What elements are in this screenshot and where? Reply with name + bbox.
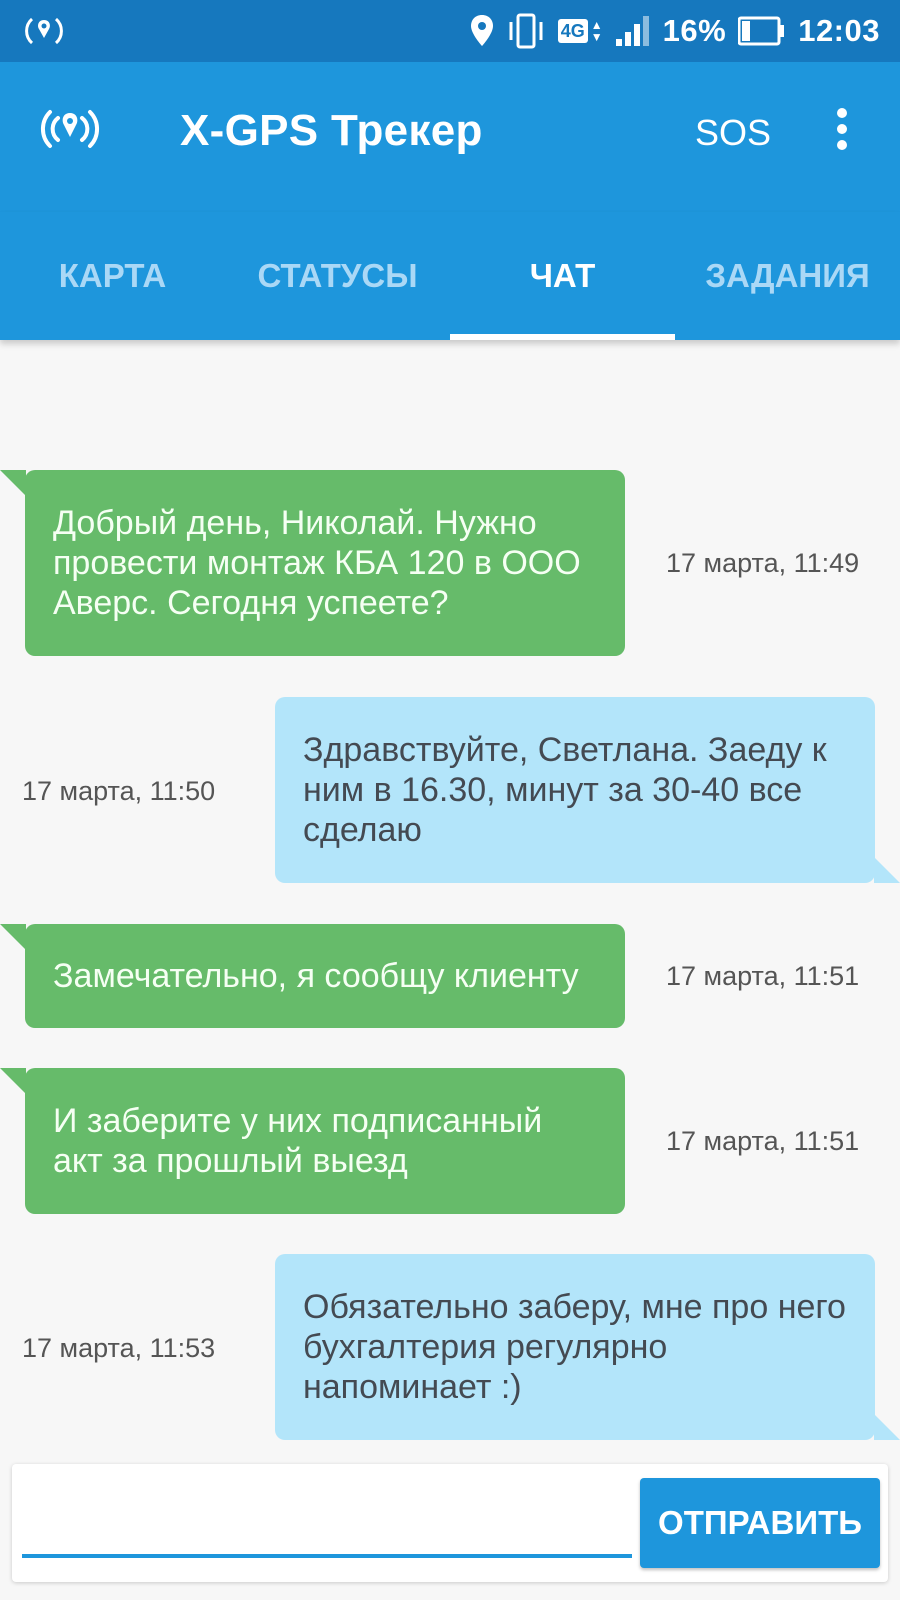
tab-statuses[interactable]: СТАТУСЫ <box>225 212 450 340</box>
message-text: Здравствуйте, Светлана. Заеду к ним в 16… <box>303 731 827 849</box>
send-button[interactable]: ОТПРАВИТЬ <box>640 1478 880 1568</box>
gps-tracker-logo-icon <box>40 110 100 148</box>
network-indicator: 4G ▲ ▼ <box>557 18 603 44</box>
message-bubble: Здравствуйте, Светлана. Заеду к ним в 16… <box>275 697 875 883</box>
data-activity-icon: ▲ ▼ <box>590 18 603 44</box>
bubble-tail <box>874 1414 900 1440</box>
message-composer: ОТПРАВИТЬ <box>12 1464 888 1582</box>
tab-chat[interactable]: ЧАТ <box>450 212 675 340</box>
active-tab-indicator <box>450 334 675 340</box>
tab-label: СТАТУСЫ <box>257 257 418 294</box>
vibrate-icon <box>509 13 543 49</box>
network-type-badge: 4G <box>557 19 588 43</box>
battery-icon <box>738 16 785 46</box>
message-bubble: Замечательно, я сообщу клиенту <box>25 924 625 1028</box>
battery-percent: 16% <box>662 13 727 48</box>
message-bubble: Обязательно заберу, мне про него бухгалт… <box>275 1254 875 1440</box>
location-pin-icon <box>470 15 493 46</box>
location-broadcast-icon <box>25 17 63 45</box>
overflow-menu-icon[interactable] <box>828 108 856 154</box>
message-text: И заберите у них подписанный акт за прош… <box>53 1102 543 1180</box>
message-time: 17 марта, 11:50 <box>22 776 216 806</box>
tab-tasks[interactable]: ЗАДАНИЯ <box>675 212 900 340</box>
tab-label: ЧАТ <box>529 257 596 294</box>
tab-label: ЗАДАНИЯ <box>705 257 870 294</box>
bubble-tail <box>0 1068 26 1094</box>
message-time: 17 марта, 11:53 <box>22 1333 216 1363</box>
message-text: Обязательно заберу, мне про него бухгалт… <box>303 1288 846 1406</box>
bubble-tail <box>0 470 26 496</box>
message-text: Добрый день, Николай. Нужно провести мон… <box>53 504 581 622</box>
message-bubble: Добрый день, Николай. Нужно провести мон… <box>25 470 625 656</box>
tab-map[interactable]: КАРТА <box>0 212 225 340</box>
sos-button[interactable]: SOS <box>695 112 771 154</box>
bubble-tail <box>874 857 900 883</box>
bubble-tail <box>0 924 26 950</box>
status-bar: 4G ▲ ▼ 16% 12:03 <box>0 0 900 62</box>
message-time: 17 марта, 11:51 <box>666 1126 860 1156</box>
app-bar: X-GPS Трекер SOS <box>0 62 900 212</box>
signal-strength-icon <box>615 16 649 46</box>
message-input[interactable] <box>22 1488 632 1558</box>
message-time: 17 марта, 11:51 <box>666 961 860 991</box>
message-bubble: И заберите у них подписанный акт за прош… <box>25 1068 625 1214</box>
tab-bar: КАРТА СТАТУСЫ ЧАТ ЗАДАНИЯ <box>0 212 900 340</box>
message-text: Замечательно, я сообщу клиенту <box>53 957 579 995</box>
clock: 12:03 <box>798 13 880 48</box>
tab-label: КАРТА <box>58 257 167 294</box>
app-title: X-GPS Трекер <box>180 106 483 155</box>
message-time: 17 марта, 11:49 <box>666 548 860 578</box>
